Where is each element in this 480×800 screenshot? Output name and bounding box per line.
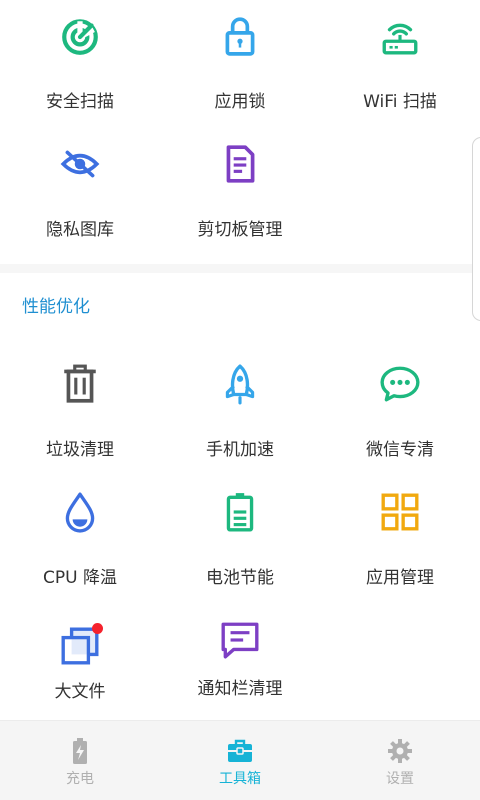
tool-phone-boost[interactable]: 手机加速: [160, 348, 320, 476]
nav-label: 充电: [66, 771, 94, 787]
tool-label: 隐私图库: [46, 220, 114, 240]
tool-label: 电池节能: [206, 568, 274, 588]
nav-settings[interactable]: 设置: [320, 721, 480, 800]
wifi-router-icon: [379, 15, 421, 57]
section-title: 性能优化: [22, 297, 90, 317]
droplet-icon: [59, 491, 101, 533]
tool-clipboard-manager[interactable]: 剪切板管理: [160, 128, 320, 256]
performance-tools-row-1: 垃圾清理 手机加速 微信专清: [0, 348, 480, 476]
tool-private-gallery[interactable]: 隐私图库: [0, 128, 160, 256]
tool-label: 通知栏清理: [197, 679, 283, 699]
rocket-icon: [219, 363, 261, 405]
shield-scan-icon: [59, 15, 101, 57]
battery-charge-icon: [66, 737, 94, 765]
tool-notification-clean[interactable]: 通知栏清理: [160, 604, 320, 732]
section-divider: [0, 264, 480, 273]
tool-security-scan[interactable]: 安全扫描: [0, 0, 160, 128]
security-tools-row-2: 隐私图库 剪切板管理: [0, 128, 480, 256]
padlock-icon: [219, 15, 261, 57]
wechat-icon: [379, 363, 421, 405]
performance-tools-row-2: CPU 降温 电池节能 应用管理: [0, 476, 480, 604]
tool-label: 应用锁: [214, 92, 266, 112]
edge-panel-handle[interactable]: [472, 137, 480, 321]
tool-cpu-cooling[interactable]: CPU 降温: [0, 476, 160, 604]
battery-icon: [219, 491, 261, 533]
eye-off-icon: [59, 143, 101, 185]
toolbox-icon: [226, 737, 254, 765]
tool-label: 手机加速: [206, 440, 274, 460]
nav-label: 设置: [386, 771, 414, 787]
tool-label: 垃圾清理: [46, 440, 114, 460]
apps-grid-icon: [379, 491, 421, 533]
tool-wechat-clean[interactable]: 微信专清: [320, 348, 480, 476]
tool-label: WiFi 扫描: [363, 92, 437, 112]
clipboard-doc-icon: [219, 143, 261, 185]
security-tools-row-1: 安全扫描 应用锁 WiFi 扫描: [0, 0, 480, 128]
tool-app-lock[interactable]: 应用锁: [160, 0, 320, 128]
tool-label: 微信专清: [366, 440, 434, 460]
tool-label: 剪切板管理: [197, 220, 283, 240]
gear-icon: [386, 737, 414, 765]
nav-toolbox[interactable]: 工具箱: [160, 721, 320, 800]
performance-tools-row-3: 大文件 通知栏清理: [0, 604, 480, 732]
tool-label: CPU 降温: [43, 568, 117, 588]
tool-label: 应用管理: [366, 568, 434, 588]
nav-label: 工具箱: [219, 771, 261, 787]
tool-app-manager[interactable]: 应用管理: [320, 476, 480, 604]
new-badge-dot: [92, 623, 103, 634]
tool-battery-saver[interactable]: 电池节能: [160, 476, 320, 604]
trash-icon: [59, 363, 101, 405]
bottom-nav: 充电 工具箱 设置: [0, 720, 480, 800]
tool-large-files[interactable]: 大文件: [0, 604, 160, 732]
files-stack-icon: [59, 623, 103, 667]
tool-wifi-scan[interactable]: WiFi 扫描: [320, 0, 480, 128]
tool-junk-clean[interactable]: 垃圾清理: [0, 348, 160, 476]
tool-label: 安全扫描: [46, 92, 114, 112]
tool-label: 大文件: [54, 682, 106, 702]
nav-charge[interactable]: 充电: [0, 721, 160, 800]
notification-bubble-icon: [219, 619, 261, 661]
